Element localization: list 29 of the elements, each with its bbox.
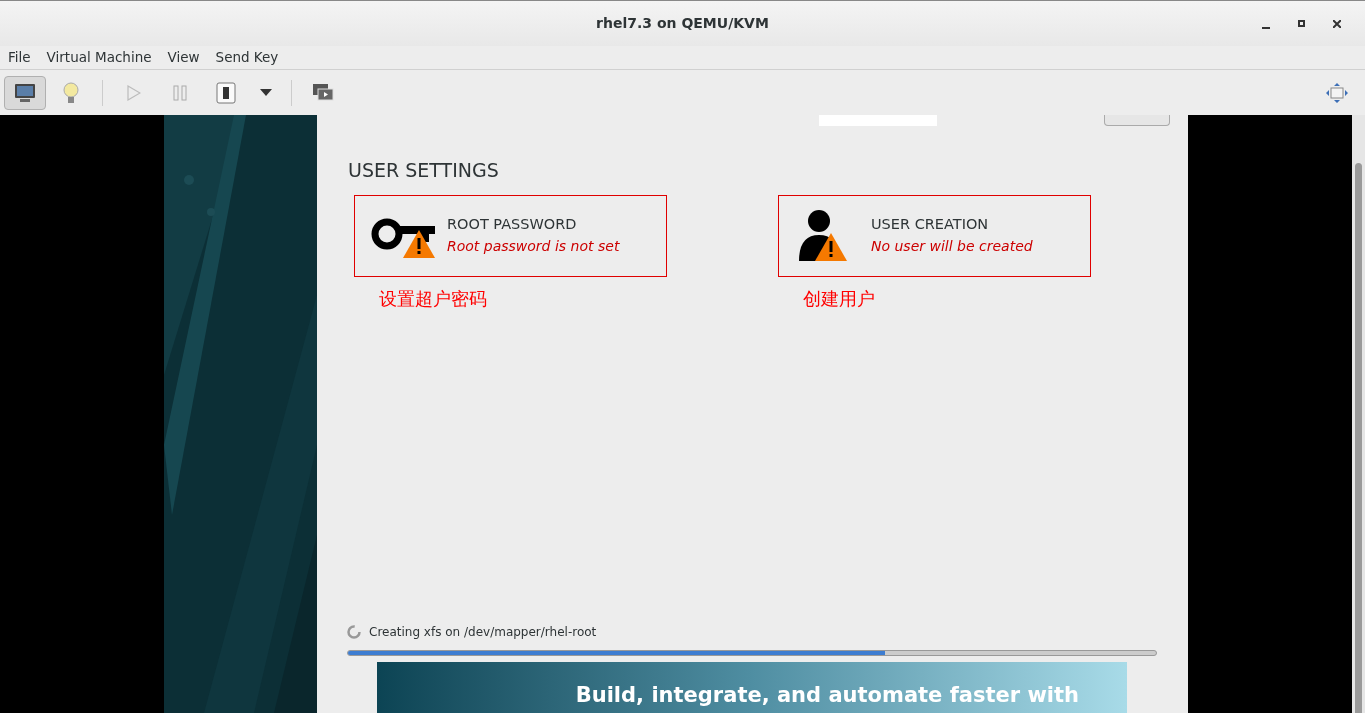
caret-icon xyxy=(260,89,272,96)
annotation-note: 创建用户 xyxy=(803,286,876,311)
section-title: USER SETTINGS xyxy=(348,159,499,181)
play-icon xyxy=(127,84,141,101)
spinner-icon xyxy=(347,625,361,639)
spoke-status: No user will be created xyxy=(871,236,1033,256)
screens-icon xyxy=(312,82,334,103)
power-switch-icon xyxy=(216,81,236,104)
banner-headline: Build, integrate, and automate faster with xyxy=(575,681,1079,709)
progress-text: Creating xfs on /dev/mapper/rhel-root xyxy=(369,624,597,641)
menu-item[interactable]: View xyxy=(167,47,200,68)
spoke-status: Root password is not set xyxy=(447,236,620,256)
monitor-icon xyxy=(14,82,36,103)
settings-spoke[interactable]: USER CREATION No user will be created xyxy=(778,194,1091,277)
settings-spoke[interactable]: ROOT PASSWORD Root password is not set xyxy=(354,194,667,277)
lightbulb-icon xyxy=(63,81,79,104)
toolbar-button[interactable] xyxy=(4,75,46,110)
minimize-icon[interactable] xyxy=(1262,26,1270,29)
menu-item[interactable]: Virtual Machine xyxy=(46,47,152,68)
close-icon[interactable] xyxy=(1333,19,1341,28)
resize-icon[interactable] xyxy=(1325,81,1349,104)
menu-item[interactable]: Send Key xyxy=(215,47,279,68)
maximize-icon[interactable] xyxy=(1298,20,1305,27)
annotation-note: 设置超户密码 xyxy=(379,286,488,311)
spoke-title: ROOT PASSWORD xyxy=(447,215,578,235)
menu-item[interactable]: File xyxy=(8,47,31,68)
pause-icon xyxy=(173,84,187,101)
window-title: rhel7.3 on QEMU/KVM xyxy=(596,14,769,33)
spoke-title: USER CREATION xyxy=(871,215,990,235)
